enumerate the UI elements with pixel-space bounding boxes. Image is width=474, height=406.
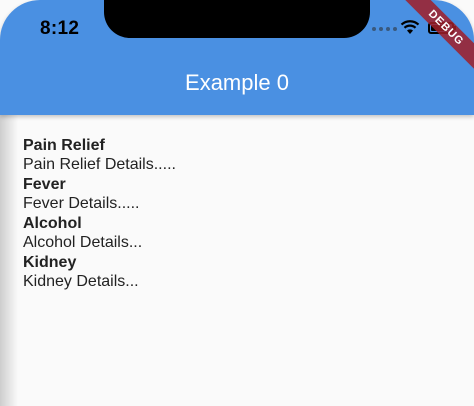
item-title: Alcohol [23,215,82,232]
debug-banner: DEBUG [374,0,474,100]
debug-banner-label: DEBUG [397,0,474,77]
edge-shadow [0,115,18,406]
list-item: Pain Relief Pain Relief Details..... [23,136,176,175]
item-detail: Fever Details..... [23,195,140,212]
item-title: Kidney [23,254,77,271]
phone-screen: 8:12 Example 0 DEBUG Pain Relief Pain Re… [0,0,474,406]
list-item: Fever Fever Details..... [23,175,176,214]
list-item: Alcohol Alcohol Details... [23,214,176,253]
device-notch [104,0,370,38]
item-detail: Kidney Details... [23,273,139,290]
list-item: Kidney Kidney Details... [23,253,176,292]
item-detail: Pain Relief Details..... [23,156,176,173]
status-time: 8:12 [40,18,80,39]
item-title: Pain Relief [23,137,105,154]
item-list: Pain Relief Pain Relief Details..... Fev… [23,136,176,292]
item-detail: Alcohol Details... [23,234,143,251]
item-title: Fever [23,176,66,193]
